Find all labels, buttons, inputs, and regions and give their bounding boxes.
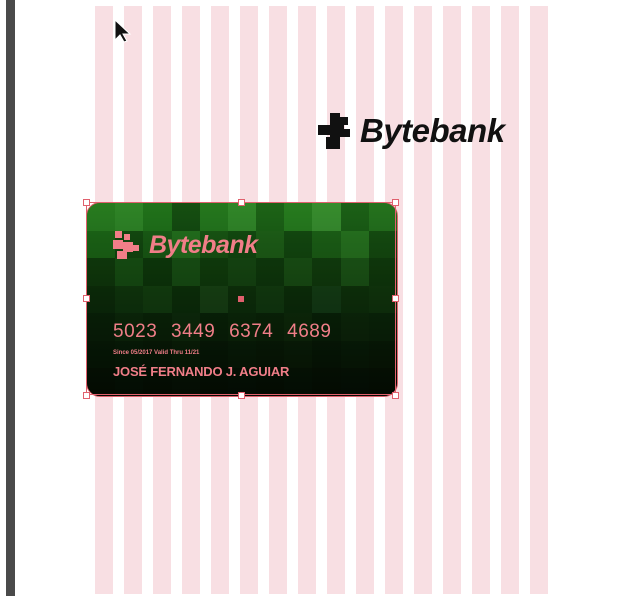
card-number: 5023 3449 6374 4689 — [113, 321, 332, 342]
grid-column — [414, 6, 432, 594]
resize-handle-top-right[interactable] — [392, 199, 399, 206]
mouse-cursor-icon — [114, 18, 132, 43]
grid-column — [472, 6, 490, 594]
card-validity-dates: Since 05/2017 Valid Thru 11/21 — [113, 350, 200, 356]
card-holder-name: JOSÉ FERNANDO J. AGUIAR — [113, 364, 290, 379]
bytebank-logo-icon — [318, 113, 350, 149]
resize-handle-bottom[interactable] — [238, 392, 245, 399]
bytebank-logo[interactable]: Bytebank — [316, 108, 505, 154]
resize-handle-left[interactable] — [83, 295, 90, 302]
grid-column — [530, 6, 548, 594]
card-brand-name: Bytebank — [149, 230, 258, 259]
bytebank-card-logo-icon — [113, 231, 139, 259]
center-point-marker — [238, 296, 244, 302]
resize-handle-top[interactable] — [238, 199, 245, 206]
resize-handle-bottom-right[interactable] — [392, 392, 399, 399]
grid-column — [443, 6, 461, 594]
credit-card[interactable]: Bytebank 5023 3449 6374 4689 Since 05/20… — [86, 202, 398, 397]
resize-handle-bottom-left[interactable] — [83, 392, 90, 399]
resize-handle-right[interactable] — [392, 295, 399, 302]
brand-name: Bytebank — [360, 112, 505, 149]
resize-handle-top-left[interactable] — [83, 199, 90, 206]
card-logo: Bytebank — [111, 229, 258, 261]
editor-left-panel-edge — [6, 0, 15, 596]
grid-column — [501, 6, 519, 594]
